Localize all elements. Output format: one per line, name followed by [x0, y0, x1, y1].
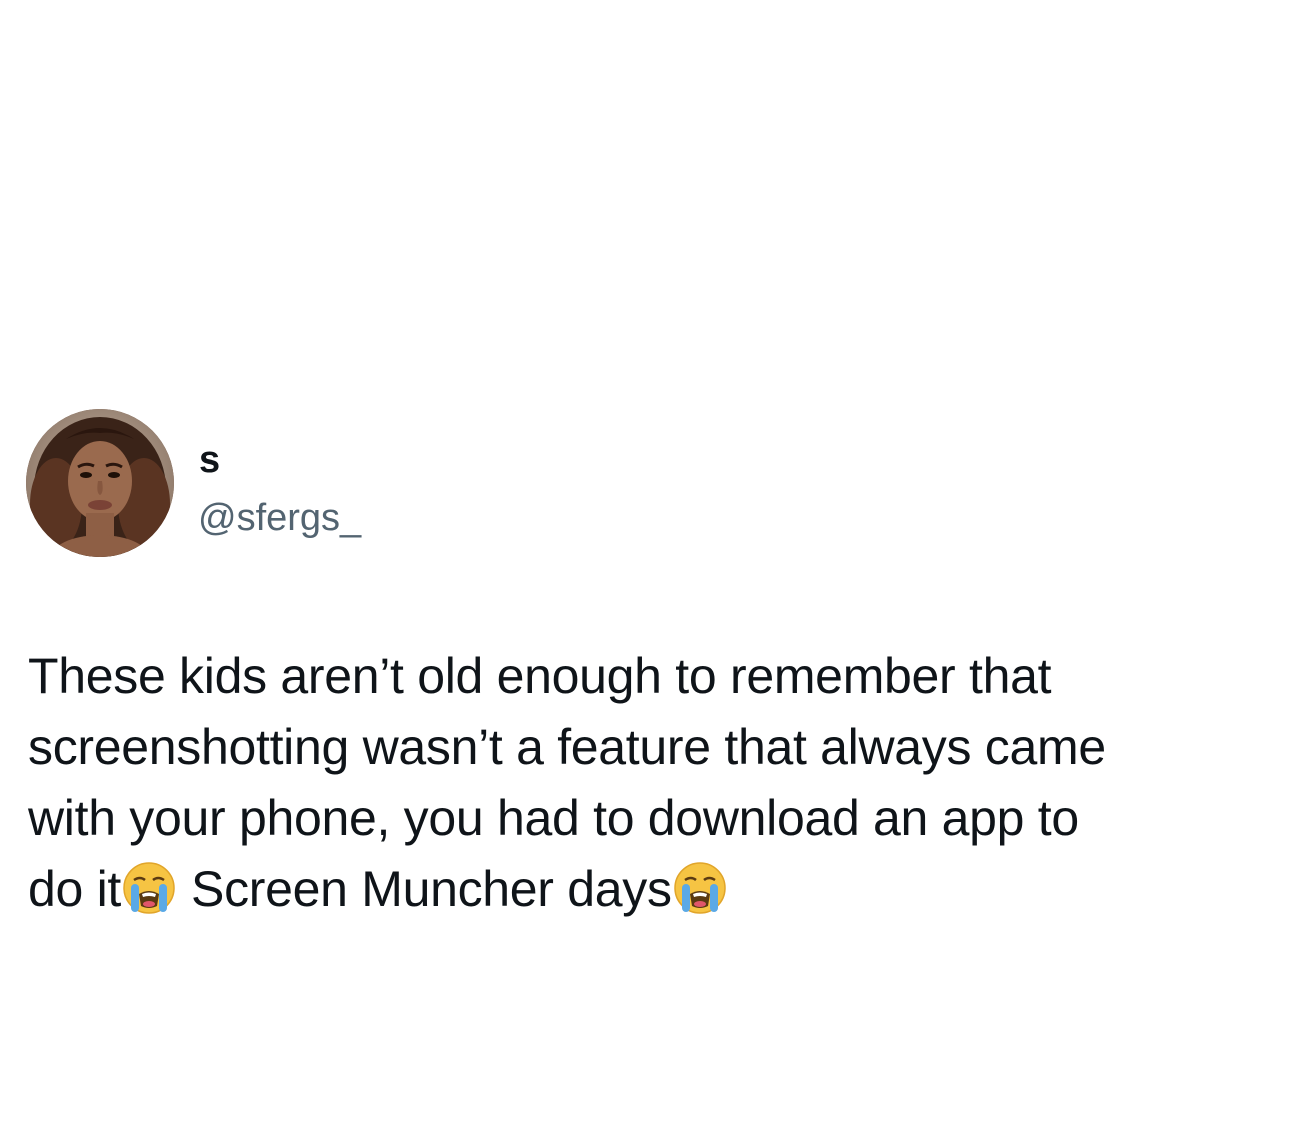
user-handle[interactable]: @sfergs_: [198, 496, 361, 540]
tweet-text: These kids aren’t old enough to remember…: [28, 641, 1268, 925]
profile-photo-icon: [26, 409, 174, 557]
loudly-crying-face-icon: [121, 860, 177, 916]
tweet-text-line-last: do it Screen Muncher days: [28, 854, 1268, 925]
display-name[interactable]: s: [199, 438, 220, 482]
tweet-text-segment: do it: [28, 861, 122, 917]
tweet-card: s @sfergs_ These kids aren’t old enough …: [0, 0, 1290, 1129]
tweet-text-line: with your phone, you had to download an …: [28, 790, 1079, 846]
tweet-text-line: screenshotting wasn’t a feature that alw…: [28, 719, 1106, 775]
tweet-text-line: These kids aren’t old enough to remember…: [28, 648, 1052, 704]
loudly-crying-face-icon: [672, 860, 728, 916]
avatar[interactable]: [26, 409, 174, 557]
tweet-text-segment: Screen Muncher days: [191, 861, 672, 917]
